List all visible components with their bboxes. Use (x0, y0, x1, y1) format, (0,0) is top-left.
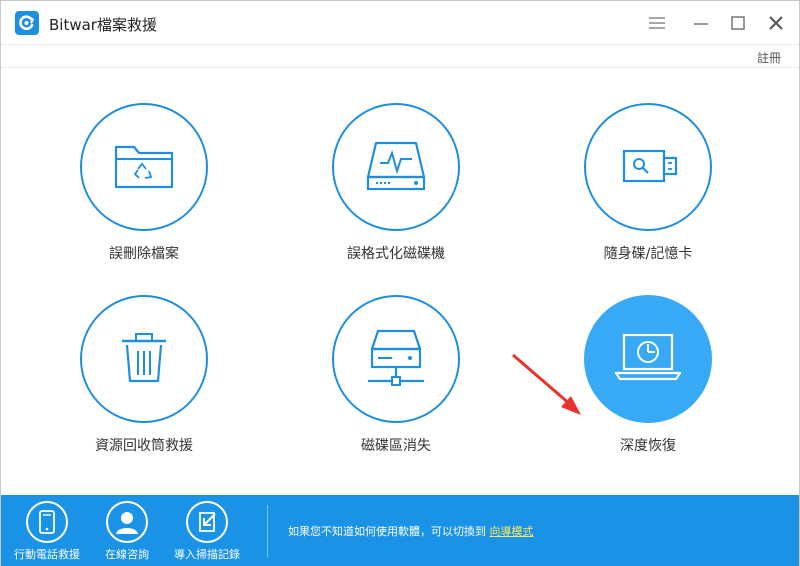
feature-label: 深度恢復 (620, 438, 676, 454)
feature-deleted-files[interactable]: 誤刪除檔案 (54, 103, 234, 283)
laptop-clock-icon (614, 333, 682, 381)
feature-label: 誤格式化磁碟機 (347, 246, 445, 262)
minimize-icon[interactable] (691, 13, 711, 33)
server-icon (368, 329, 424, 386)
feature-label: 隨身碟/記憶卡 (603, 246, 693, 262)
phone-recovery-button[interactable]: 行動電話救援 (9, 501, 85, 563)
feature-recycle-bin[interactable]: 資源回收筒救援 (54, 295, 234, 475)
folder-recycle-icon (114, 145, 174, 189)
close-icon[interactable] (766, 13, 786, 33)
register-link[interactable]: 註冊 (757, 49, 781, 66)
footer-label: 行動電話救援 (14, 548, 80, 561)
title-bar[interactable]: Bitwar檔案救援 (1, 1, 799, 45)
app-title: Bitwar檔案救援 (49, 16, 157, 34)
footer-divider (267, 505, 268, 557)
import-scan-button[interactable]: 導入掃描記錄 (169, 501, 245, 563)
menu-icon[interactable] (647, 13, 667, 33)
mode-hint-text: 如果您不知道如何使用軟體，可以切換到 (288, 525, 486, 538)
feature-grid: 誤刪除檔案 誤格式化磁碟機 隨身碟/記憶卡 資源回收筒救援 磁碟區消失 深度恢復 (1, 69, 799, 495)
feature-formatted-drive[interactable]: 誤格式化磁碟機 (306, 103, 486, 283)
mode-hint: 如果您不知道如何使用軟體，可以切換到 向導模式 (288, 523, 534, 539)
footer-bar: 行動電話救援 在線咨詢 導入掃描記錄 如果您不知道如何使用軟體，可以切換到 向導… (1, 495, 799, 566)
trash-icon (122, 333, 166, 383)
annotation-arrow-icon (512, 353, 581, 415)
feature-label: 磁碟區消失 (361, 438, 431, 454)
feature-label: 資源回收筒救援 (95, 438, 193, 454)
usb-drive-icon (622, 149, 678, 183)
online-consult-button[interactable]: 在線咨詢 (89, 501, 165, 563)
wizard-mode-link[interactable]: 向導模式 (490, 525, 534, 538)
app-logo-icon (15, 11, 39, 35)
hard-drive-pulse-icon (366, 141, 426, 191)
maximize-icon[interactable] (728, 13, 748, 33)
user-icon (116, 512, 138, 534)
import-icon (199, 512, 216, 532)
app-window: Bitwar檔案救援 註冊 誤刪除檔案 誤格式化磁碟機 隨身碟/記憶卡 資源回收… (0, 0, 800, 566)
feature-label: 誤刪除檔案 (109, 246, 179, 262)
footer-label: 導入掃描記錄 (174, 548, 240, 561)
footer-label: 在線咨詢 (105, 548, 149, 561)
phone-icon (39, 510, 55, 534)
register-bar: 註冊 (1, 46, 799, 68)
feature-lost-partition[interactable]: 磁碟區消失 (306, 295, 486, 475)
feature-removable[interactable]: 隨身碟/記憶卡 (558, 103, 738, 283)
